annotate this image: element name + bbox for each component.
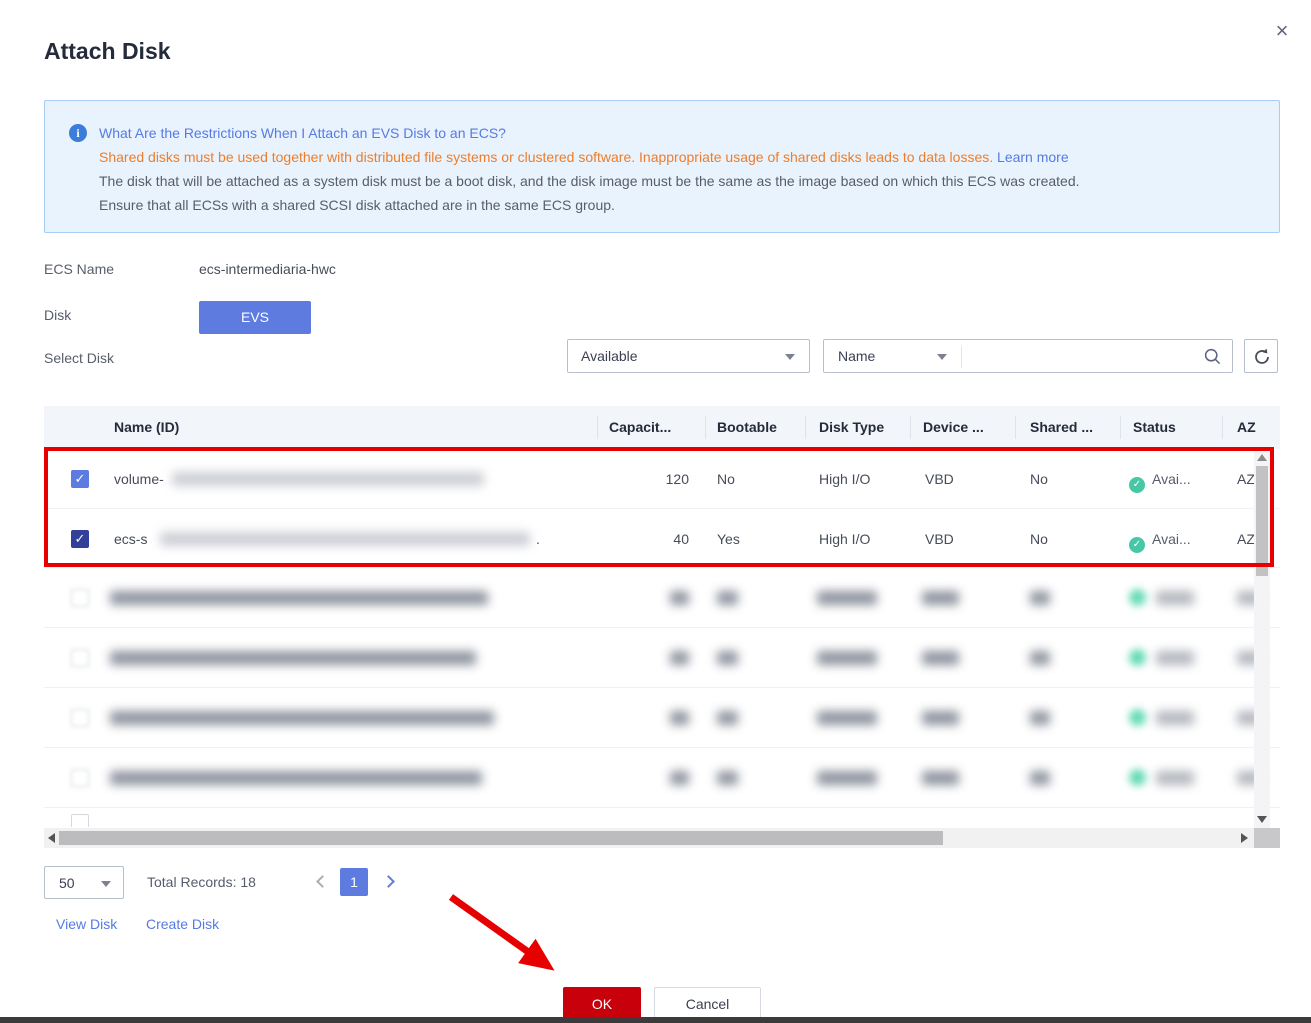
table-row[interactable]: ✓ ecs-s . 40 Yes High I/O VBD No ✓Avai..… (44, 509, 1280, 568)
row-checkbox[interactable] (71, 769, 89, 787)
row-checkbox[interactable] (71, 709, 89, 727)
row-checkbox[interactable] (71, 589, 89, 607)
table-row[interactable]: ✓ volume- 120 No High I/O VBD No ✓Avai..… (44, 449, 1280, 509)
device-type-cell: VBD (925, 509, 954, 569)
redacted-name (172, 472, 484, 486)
shared-cell: No (1030, 509, 1048, 569)
ecs-name-value: ecs-intermediaria-hwc (199, 261, 336, 277)
status-cell: ✓Avai... (1129, 449, 1191, 509)
table-row-blurred[interactable] (44, 568, 1280, 628)
available-status-icon (1129, 589, 1146, 606)
available-status-icon: ✓ (1129, 477, 1145, 493)
learn-more-link[interactable]: Learn more (997, 149, 1069, 165)
banner-note-1: The disk that will be attached as a syst… (99, 169, 1261, 193)
col-bootable[interactable]: Bootable (717, 406, 777, 449)
row-checkbox-checked[interactable]: ✓ (71, 470, 89, 488)
refresh-icon (1252, 347, 1272, 367)
chevron-down-icon[interactable] (937, 354, 947, 360)
info-icon: i (69, 124, 87, 142)
status-filter-select[interactable]: Available (567, 339, 810, 373)
redacted-name (160, 532, 530, 546)
attach-disk-dialog: Attach Disk × i What Are the Restriction… (0, 0, 1311, 1023)
disk-name: ecs-s (114, 509, 147, 569)
table-row-blurred[interactable] (44, 748, 1280, 808)
prev-page-icon[interactable] (316, 875, 329, 888)
col-status[interactable]: Status (1133, 406, 1176, 449)
search-category-select[interactable]: Name (838, 348, 875, 364)
total-records-label: Total Records: 18 (147, 874, 256, 890)
select-disk-label: Select Disk (44, 350, 114, 366)
table-header: Name (ID) Capacit... Bootable Disk Type … (44, 406, 1280, 449)
available-status-icon: ✓ (1129, 537, 1145, 553)
az-cell: AZ (1237, 509, 1255, 569)
name-suffix: . (536, 509, 540, 569)
table-row-blurred[interactable] (44, 628, 1280, 688)
close-icon[interactable]: × (1269, 18, 1295, 44)
vertical-scrollbar[interactable] (1254, 449, 1270, 828)
row-checkbox[interactable] (71, 814, 89, 827)
available-status-icon (1129, 709, 1146, 726)
evs-tab-button[interactable]: EVS (199, 301, 311, 334)
refresh-button[interactable] (1244, 339, 1278, 373)
shared-cell: No (1030, 449, 1048, 509)
col-device[interactable]: Device ... (923, 406, 984, 449)
search-input[interactable] (966, 341, 1196, 371)
window-bottom-edge (0, 1017, 1311, 1023)
col-az[interactable]: AZ (1237, 406, 1256, 449)
info-banner: i What Are the Restrictions When I Attac… (44, 100, 1280, 233)
page-size-value: 50 (59, 875, 75, 891)
scroll-left-icon[interactable] (48, 833, 55, 843)
status-cell: ✓Avai... (1129, 509, 1191, 569)
disk-type-cell: High I/O (819, 449, 870, 509)
available-status-icon (1129, 769, 1146, 786)
col-name[interactable]: Name (ID) (114, 406, 179, 449)
bootable-cell: Yes (717, 509, 740, 569)
create-disk-link[interactable]: Create Disk (146, 916, 219, 932)
capacity-cell: 40 (597, 509, 689, 569)
col-disk-type[interactable]: Disk Type (819, 406, 884, 449)
shared-disk-warning: Shared disks must be used together with … (99, 149, 993, 165)
divider (961, 346, 962, 368)
bootable-cell: No (717, 449, 735, 509)
device-type-cell: VBD (925, 449, 954, 509)
chevron-down-icon (101, 881, 111, 887)
scroll-right-icon[interactable] (1241, 833, 1248, 843)
scroll-down-icon[interactable] (1257, 816, 1267, 823)
col-capacity[interactable]: Capacit... (609, 406, 671, 449)
horizontal-scrollbar[interactable] (44, 828, 1254, 848)
col-shared[interactable]: Shared ... (1030, 406, 1093, 449)
available-status-icon (1129, 649, 1146, 666)
view-disk-link[interactable]: View Disk (56, 916, 117, 932)
scrollbar-corner (1254, 828, 1280, 848)
disk-label: Disk (44, 307, 71, 323)
disk-type-cell: High I/O (819, 509, 870, 569)
row-checkbox[interactable] (71, 649, 89, 667)
page-size-select[interactable]: 50 (44, 866, 124, 899)
chevron-down-icon (785, 354, 795, 360)
table-row-blurred[interactable] (44, 688, 1280, 748)
banner-note-2: Ensure that all ECSs with a shared SCSI … (99, 193, 1261, 217)
next-page-icon[interactable] (382, 875, 395, 888)
restrictions-link[interactable]: What Are the Restrictions When I Attach … (99, 125, 506, 141)
cancel-button[interactable]: Cancel (654, 987, 761, 1021)
ecs-name-label: ECS Name (44, 261, 114, 277)
search-combo: Name (823, 339, 1233, 373)
az-cell: AZ (1237, 449, 1255, 509)
disk-name: volume- (114, 449, 164, 509)
current-page-button[interactable]: 1 (340, 868, 368, 896)
ok-button[interactable]: OK (563, 987, 641, 1021)
row-checkbox-checked[interactable]: ✓ (71, 530, 89, 548)
status-filter-value: Available (581, 348, 638, 364)
search-icon[interactable] (1203, 347, 1222, 371)
vertical-scrollbar-thumb[interactable] (1256, 466, 1268, 576)
page-title: Attach Disk (44, 38, 171, 65)
scroll-up-icon[interactable] (1257, 454, 1267, 461)
horizontal-scrollbar-thumb[interactable] (59, 831, 943, 845)
capacity-cell: 120 (597, 449, 689, 509)
